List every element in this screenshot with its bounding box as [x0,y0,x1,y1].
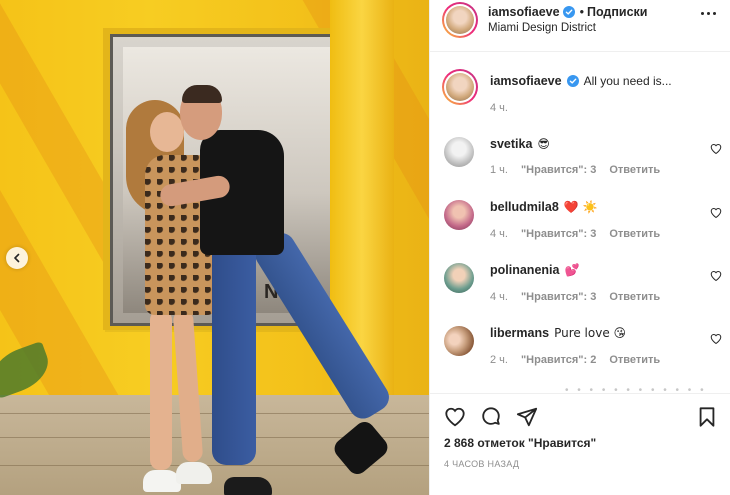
photo-man-jeans [212,240,256,465]
load-more-indicator: • • • • • • • • • • • • [565,385,707,393]
comment-heart-icon[interactable] [710,270,722,282]
comment-time[interactable]: 2 ч. [490,354,508,366]
caption-row: iamsofiaeve All you need is... 4 ч. [430,69,730,129]
comment-meta: 4 ч. "Нравится": 3 Ответить [490,291,660,303]
comment-text-line: polinanenia 💕 [490,263,579,277]
comment-text-line: libermans Pure love 😘 [490,326,626,340]
photo-woman-face [150,112,184,152]
comment-row: svetika 😎 1 ч. "Нравится": 3 Ответить [430,135,730,185]
comment-text: ❤️ ☀️ [563,200,598,214]
comment-text-line: svetika 😎 [490,137,550,151]
comment-heart-icon[interactable] [710,207,722,219]
comment-meta: 4 ч. "Нравится": 3 Ответить [490,228,660,240]
author-avatar[interactable] [442,2,478,38]
likes-count[interactable]: 2 868 отметок "Нравится" [444,436,596,450]
post-time-ago[interactable]: 4 часов назад [444,459,519,469]
comment-text-line: belludmila8 ❤️ ☀️ [490,200,597,214]
comment-likes-count[interactable]: "Нравится": 3 [521,291,596,303]
commenter-avatar[interactable] [444,326,474,356]
commenter-avatar[interactable] [444,263,474,293]
comment-reply-button[interactable]: Ответить [609,354,660,366]
post-header: iamsofiaeve • Подписки Miami Design Distri… [430,0,730,52]
author-username[interactable]: iamsofiaeve [488,5,560,19]
comment-time[interactable]: 1 ч. [490,164,508,176]
comment-reply-button[interactable]: Ответить [609,291,660,303]
bookmark-icon[interactable] [696,406,718,428]
post-side-panel: iamsofiaeve • Подписки Miami Design Distri… [429,0,730,495]
carousel-prev-button[interactable] [6,247,28,269]
caption-time[interactable]: 4 ч. [490,102,508,114]
comment-text: 💕 [564,263,580,277]
comments-section[interactable]: iamsofiaeve All you need is... 4 ч. sveti… [430,53,730,393]
verified-badge-icon [566,75,579,87]
photo-man-hair [182,85,222,103]
comment-text: Pure love 😘 [554,326,627,340]
post-actions: 2 868 отметок "Нравится" 4 часов назад [430,393,730,495]
following-button[interactable]: Подписки [587,5,648,19]
caption-text: All you need is... [583,74,672,88]
header-user-line: iamsofiaeve • Подписки [488,5,648,19]
comment-heart-icon[interactable] [710,333,722,345]
share-icon[interactable] [516,406,538,428]
comment-row: libermans Pure love 😘 2 ч. "Нравится": 2 От… [430,324,730,374]
commenter-avatar[interactable] [444,200,474,230]
comment-meta: 1 ч. "Нравится": 3 Ответить [490,164,660,176]
comment-likes-count[interactable]: "Нравится": 3 [521,228,596,240]
caption-meta: 4 ч. [490,102,508,114]
verified-badge-icon [562,6,575,18]
comment-icon[interactable] [480,406,502,428]
comment-likes-count[interactable]: "Нравится": 3 [521,164,596,176]
comment-username[interactable]: belludmila8 [490,200,559,214]
comment-username[interactable]: polinanenia [490,263,559,277]
caption-text-line: iamsofiaeve All you need is... [490,74,672,88]
comment-reply-button[interactable]: Ответить [609,228,660,240]
comment-username[interactable]: svetika [490,137,532,151]
comment-likes-count[interactable]: "Нравится": 2 [521,354,596,366]
comment-text: 😎 [537,137,550,151]
comment-username[interactable]: libermans [490,326,549,340]
post-photo[interactable]: NDI [0,0,429,495]
chevron-left-icon [14,253,20,263]
heart-icon[interactable] [444,406,466,428]
comment-row: belludmila8 ❤️ ☀️ 4 ч. "Нравится": 3 Ответи… [430,198,730,248]
photo-man-boot [224,477,272,495]
photo-woman-sneaker [176,462,212,484]
more-options-icon[interactable] [701,12,717,18]
post-location[interactable]: Miami Design District [488,22,596,34]
separator-dot: • [579,5,584,19]
comment-heart-icon[interactable] [710,143,722,155]
comment-meta: 2 ч. "Нравится": 2 Ответить [490,354,660,366]
photo-woman-leg [150,310,172,470]
comment-time[interactable]: 4 ч. [490,228,508,240]
caption-username[interactable]: iamsofiaeve [490,74,562,88]
caption-author-avatar[interactable] [442,69,478,105]
comment-row: polinanenia 💕 4 ч. "Нравится": 3 Ответить [430,261,730,311]
comment-time[interactable]: 4 ч. [490,291,508,303]
commenter-avatar[interactable] [444,137,474,167]
comment-reply-button[interactable]: Ответить [609,164,660,176]
